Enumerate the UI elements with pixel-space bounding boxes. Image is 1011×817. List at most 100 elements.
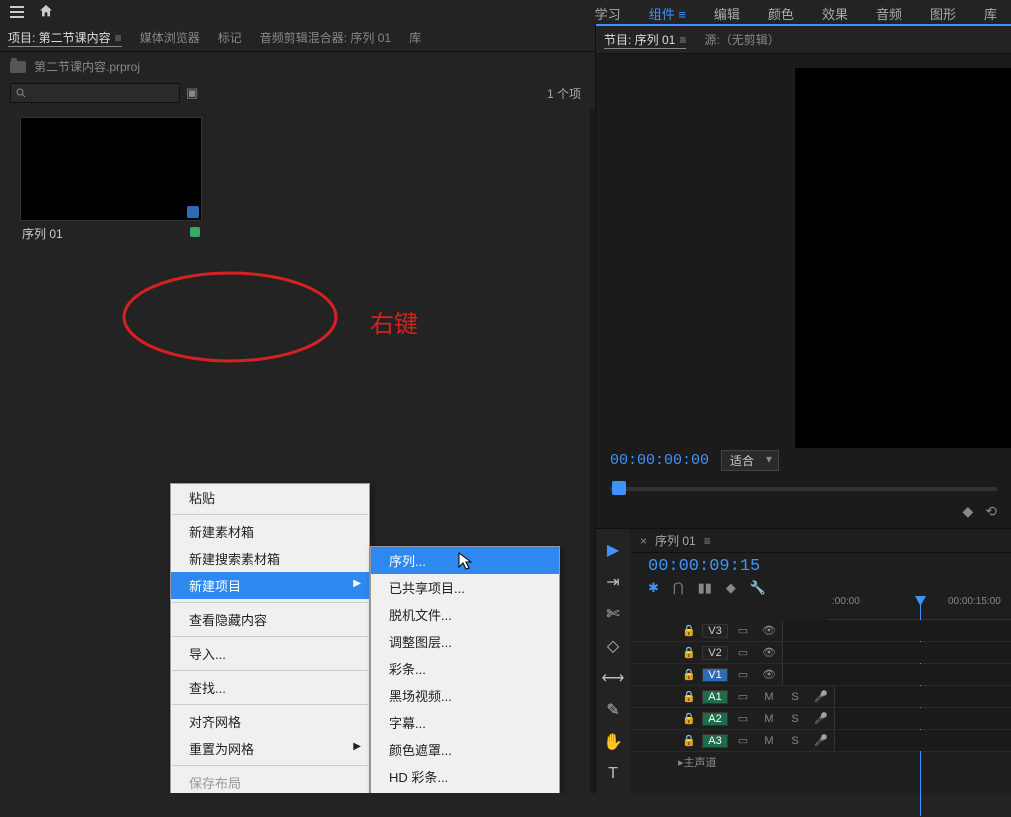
tab-audio-mixer[interactable]: 音频剪辑混合器: 序列 01 xyxy=(260,29,391,46)
sub-black-video[interactable]: 黑场视频... xyxy=(371,682,559,709)
toggle-output-icon[interactable]: ▭ xyxy=(730,668,756,681)
sub-sequence[interactable]: 序列... xyxy=(371,547,559,574)
workspace-effects[interactable]: 效果 xyxy=(808,0,862,24)
home-icon[interactable] xyxy=(38,3,54,22)
lock-icon[interactable]: 🔒 xyxy=(678,646,700,659)
monitor-viewport xyxy=(596,54,1011,444)
ctx-new-bin[interactable]: 新建素材箱 xyxy=(171,518,369,545)
slip-tool-icon[interactable]: ⟷ xyxy=(604,669,622,687)
solo-icon[interactable]: S xyxy=(782,713,808,725)
ctx-view-hidden[interactable]: 查看隐藏内容 xyxy=(171,606,369,633)
thumbnail-label: 序列 01 xyxy=(22,225,63,242)
tab-project[interactable]: 项目: 第二节课内容≡ xyxy=(8,29,122,47)
marker-icon[interactable]: ◆ xyxy=(962,503,973,520)
eye-icon[interactable]: 👁 xyxy=(756,646,782,659)
workspace-library[interactable]: 库 xyxy=(970,0,1011,24)
toggle-output-icon[interactable]: ▭ xyxy=(730,690,756,703)
hand-tool-icon[interactable]: ✋ xyxy=(604,733,622,751)
mic-icon[interactable]: 🎤 xyxy=(808,690,834,703)
ctx-find[interactable]: 查找... xyxy=(171,674,369,701)
ctx-reset-grid[interactable]: 重置为网格▶ xyxy=(171,735,369,762)
mic-icon[interactable]: 🎤 xyxy=(808,734,834,747)
sub-shared-project[interactable]: 已共享项目... xyxy=(371,574,559,601)
workspace-color[interactable]: 颜色 xyxy=(754,0,808,24)
close-icon[interactable]: × xyxy=(640,534,647,548)
eye-icon[interactable]: 👁 xyxy=(756,668,782,681)
hamburger-icon[interactable] xyxy=(10,11,24,13)
ctx-new-item[interactable]: 新建项目▶ xyxy=(171,572,369,599)
solo-icon[interactable]: S xyxy=(782,691,808,703)
project-bin-area[interactable]: 序列 01 右键 粘贴 新建素材箱 新建搜索素材箱 新建项目▶ 查看隐藏内容 导… xyxy=(0,109,595,793)
solo-icon[interactable]: S xyxy=(782,735,808,747)
lock-icon[interactable]: 🔒 xyxy=(678,712,700,725)
workspace-assembly[interactable]: 组件 xyxy=(635,0,700,24)
track-select-tool-icon[interactable]: ⇥ xyxy=(604,573,622,591)
timeline-timecode[interactable]: 00:00:09:15 xyxy=(648,557,766,576)
search-input[interactable] xyxy=(10,83,180,103)
lock-icon[interactable]: 🔒 xyxy=(678,668,700,681)
workspace-learn[interactable]: 学习 xyxy=(581,0,635,24)
new-bin-icon[interactable]: ▣ xyxy=(186,85,198,101)
tab-program[interactable]: 节目: 序列 01≡ xyxy=(604,31,686,49)
mute-icon[interactable]: M xyxy=(756,713,782,725)
track-v1[interactable]: 🔒V1▭👁 xyxy=(630,664,1011,686)
track-v2[interactable]: 🔒V2▭👁 xyxy=(630,642,1011,664)
sub-offline-file[interactable]: 脱机文件... xyxy=(371,601,559,628)
type-tool-icon[interactable]: T xyxy=(604,765,622,783)
timeline-ruler[interactable]: :00:00 00:00:15:00 xyxy=(828,596,1011,620)
mic-icon[interactable]: 🎤 xyxy=(808,712,834,725)
mute-icon[interactable]: M xyxy=(756,691,782,703)
track-a1[interactable]: 🔒A1▭MS🎤 xyxy=(630,686,1011,708)
mute-icon[interactable]: M xyxy=(756,735,782,747)
lock-icon[interactable]: 🔒 xyxy=(678,624,700,637)
workspace-graphics[interactable]: 图形 xyxy=(916,0,970,24)
tab-markers[interactable]: 标记 xyxy=(218,29,242,46)
workspace-audio[interactable]: 音频 xyxy=(862,0,916,24)
monitor-scrubber[interactable] xyxy=(610,477,997,499)
toggle-output-icon[interactable]: ▭ xyxy=(730,624,756,637)
track-tag[interactable]: V1 xyxy=(702,668,728,682)
sub-bars[interactable]: 彩条... xyxy=(371,655,559,682)
eye-icon[interactable]: 👁 xyxy=(756,624,782,637)
toggle-output-icon[interactable]: ▭ xyxy=(730,712,756,725)
settings-icon[interactable]: ⟲ xyxy=(985,503,997,520)
track-a2[interactable]: 🔒A2▭MS🎤 xyxy=(630,708,1011,730)
wrench-icon[interactable]: 🔧 xyxy=(750,580,766,596)
monitor-timecode[interactable]: 00:00:00:00 xyxy=(610,452,709,469)
timeline-tab-sequence[interactable]: 序列 01 xyxy=(655,532,696,549)
settings-icon[interactable]: ◆ xyxy=(726,580,736,596)
sequence-thumbnail[interactable]: 序列 01 xyxy=(20,117,202,246)
toggle-output-icon[interactable]: ▭ xyxy=(730,646,756,659)
ctx-import[interactable]: 导入... xyxy=(171,640,369,667)
tab-library[interactable]: 库 xyxy=(409,29,421,46)
lock-icon[interactable]: 🔒 xyxy=(678,734,700,747)
toggle-output-icon[interactable]: ▭ xyxy=(730,734,756,747)
zoom-fit-dropdown[interactable]: 适合 xyxy=(721,450,779,471)
linked-selection-icon[interactable]: ⋂ xyxy=(673,580,684,596)
ctx-align-grid[interactable]: 对齐网格 xyxy=(171,708,369,735)
snap-icon[interactable]: ✱ xyxy=(648,580,659,596)
tab-source[interactable]: 源:（无剪辑） xyxy=(704,31,779,48)
add-marker-icon[interactable]: ▮▮ xyxy=(698,580,712,596)
playhead-icon[interactable] xyxy=(612,481,626,495)
sub-adjustment-layer[interactable]: 调整图层... xyxy=(371,628,559,655)
ctx-new-search-bin[interactable]: 新建搜索素材箱 xyxy=(171,545,369,572)
sub-captions[interactable]: 字幕... xyxy=(371,709,559,736)
sub-color-matte[interactable]: 颜色遮罩... xyxy=(371,736,559,763)
track-tag[interactable]: A3 xyxy=(702,734,728,748)
track-tag[interactable]: A2 xyxy=(702,712,728,726)
track-a3[interactable]: 🔒A3▭MS🎤 xyxy=(630,730,1011,752)
ripple-tool-icon[interactable]: ✄ xyxy=(604,605,622,623)
selection-tool-icon[interactable]: ▶ xyxy=(604,541,622,559)
razor-tool-icon[interactable]: ◇ xyxy=(604,637,622,655)
track-tag[interactable]: V3 xyxy=(702,624,728,638)
sub-hd-bars[interactable]: HD 彩条... xyxy=(371,763,559,790)
lock-icon[interactable]: 🔒 xyxy=(678,690,700,703)
workspace-edit[interactable]: 编辑 xyxy=(700,0,754,24)
tab-media-browser[interactable]: 媒体浏览器 xyxy=(140,29,200,46)
ctx-paste[interactable]: 粘贴 xyxy=(171,484,369,511)
track-tag[interactable]: V2 xyxy=(702,646,728,660)
track-tag[interactable]: A1 xyxy=(702,690,728,704)
track-v3[interactable]: 🔒V3▭👁 xyxy=(630,620,1011,642)
pen-tool-icon[interactable]: ✎ xyxy=(604,701,622,719)
